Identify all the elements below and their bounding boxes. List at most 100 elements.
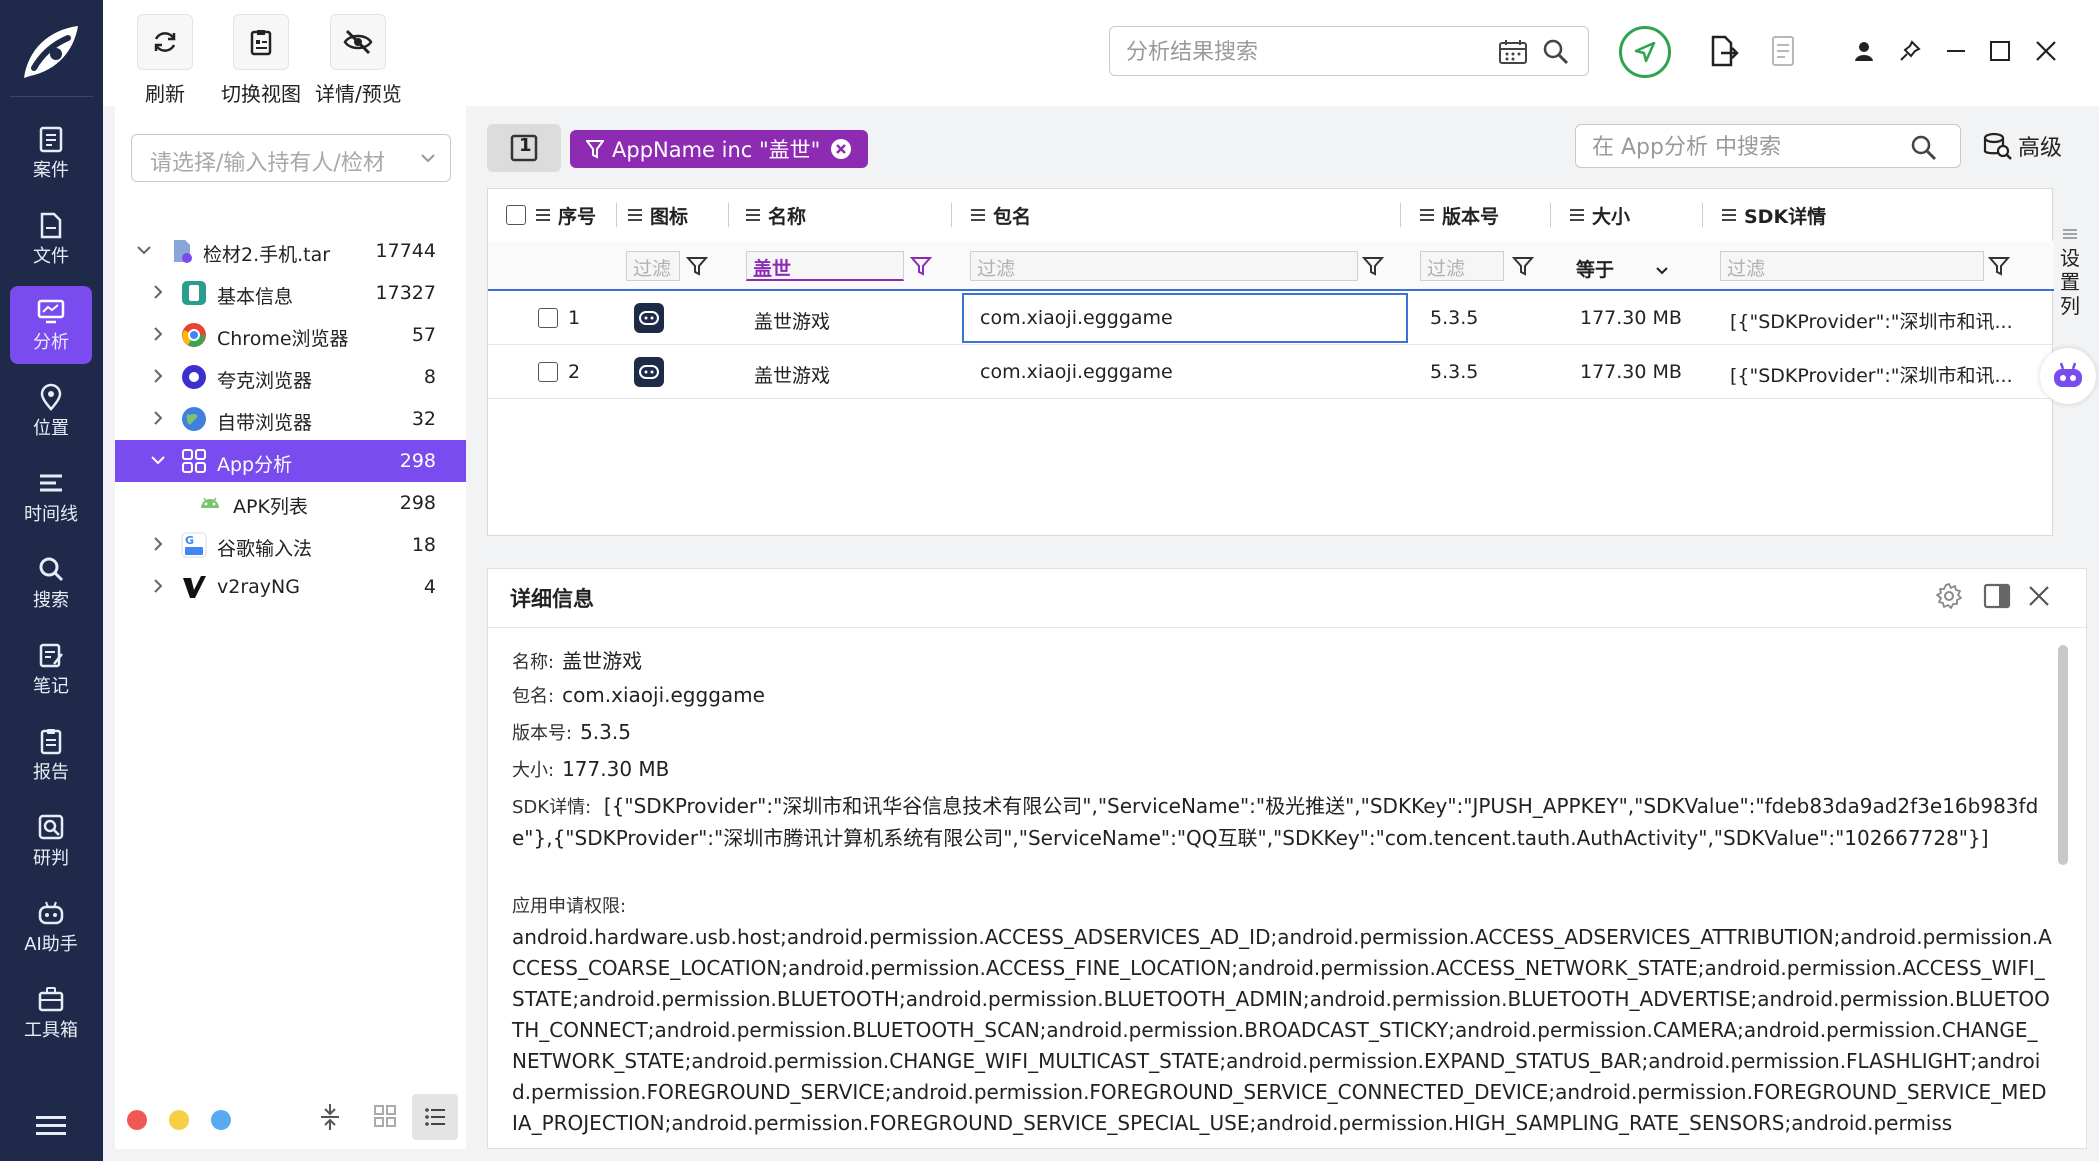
- refresh-button[interactable]: 刷新: [137, 14, 193, 107]
- column-header-icon[interactable]: 图标: [628, 189, 688, 241]
- collapse-all-icon[interactable]: [317, 1102, 343, 1132]
- chevron-right-icon[interactable]: [149, 325, 167, 343]
- nav-item-case[interactable]: 案件: [10, 114, 92, 192]
- column-header-sdk[interactable]: SDK详情: [1722, 189, 1826, 241]
- select-all-checkbox[interactable]: [506, 205, 526, 225]
- tree-item-builtin-browser[interactable]: 自带浏览器 32: [115, 398, 466, 440]
- column-divider[interactable]: [1702, 203, 1703, 227]
- column-header-version[interactable]: 版本号: [1420, 189, 1499, 241]
- filter-icon[interactable]: [1362, 255, 1384, 277]
- detail-dock-button[interactable]: [1982, 581, 2012, 611]
- filter-input-package[interactable]: 过滤: [970, 251, 1358, 281]
- ai-assistant-fab[interactable]: [2040, 348, 2096, 404]
- nav-item-ai-assistant[interactable]: AI助手: [10, 888, 92, 966]
- column-menu-icon[interactable]: [746, 208, 760, 222]
- tree-item-google-ime[interactable]: G 谷歌输入法 18: [115, 524, 466, 566]
- tree-item-quark[interactable]: 夸克浏览器 8: [115, 356, 466, 398]
- grid-view-icon[interactable]: [373, 1104, 397, 1128]
- nav-item-location[interactable]: 位置: [10, 372, 92, 450]
- detail-preview-button[interactable]: 详情/预览: [315, 14, 402, 107]
- chevron-down-icon[interactable]: [149, 451, 167, 469]
- tree-item-chrome[interactable]: Chrome浏览器 57: [115, 314, 466, 356]
- blue-tag-dot[interactable]: [211, 1110, 231, 1130]
- list-view-button[interactable]: [412, 1094, 458, 1140]
- column-settings-tab[interactable]: 设置列: [2055, 188, 2085, 338]
- close-window-button[interactable]: [2029, 34, 2063, 68]
- red-tag-dot[interactable]: [127, 1110, 147, 1130]
- detail-settings-button[interactable]: [1934, 581, 1964, 611]
- nav-item-timeline[interactable]: 时间线: [10, 458, 92, 536]
- tree-item-evidence[interactable]: 检材2.手机.tar 17744: [115, 230, 466, 272]
- switch-view-button[interactable]: 切换视图: [221, 14, 301, 107]
- column-header-package[interactable]: 包名: [971, 189, 1031, 241]
- nav-item-file[interactable]: 文件: [10, 200, 92, 278]
- search-icon[interactable]: [1542, 38, 1570, 66]
- export-button[interactable]: [1707, 34, 1741, 68]
- column-header-size[interactable]: 大小: [1570, 189, 1630, 241]
- chevron-down-icon[interactable]: [135, 241, 153, 259]
- column-divider[interactable]: [728, 203, 729, 227]
- global-search-box[interactable]: [1109, 26, 1589, 76]
- column-menu-icon[interactable]: [628, 208, 642, 222]
- status-shield-button[interactable]: [1619, 26, 1671, 78]
- chevron-right-icon[interactable]: [149, 283, 167, 301]
- nav-item-search[interactable]: 搜索: [10, 544, 92, 622]
- filter-icon[interactable]: [1988, 255, 2010, 277]
- column-divider[interactable]: [1400, 203, 1401, 227]
- size-operator-select[interactable]: 等于: [1576, 255, 1669, 282]
- tree-item-apk-list[interactable]: APK列表 298: [115, 482, 466, 524]
- active-filter-chip[interactable]: AppName inc "盖世": [570, 130, 868, 168]
- row-checkbox[interactable]: [538, 308, 558, 328]
- column-header-name[interactable]: 名称: [746, 189, 806, 241]
- table-row[interactable]: 2 盖世游戏 com.xiaoji.egggame 5.3.5 177.30 M…: [488, 345, 2054, 399]
- column-divider[interactable]: [951, 203, 952, 227]
- table-row[interactable]: 1 盖世游戏 com.xiaoji.egggame 5.3.5 177.30 M…: [488, 291, 2054, 345]
- tree-item-app-analysis[interactable]: App分析 298: [115, 440, 466, 482]
- advanced-search-button[interactable]: 高级: [1982, 130, 2062, 162]
- remove-filter-icon[interactable]: [830, 138, 852, 160]
- tree-item-v2rayng[interactable]: v2rayNG 4: [115, 566, 466, 608]
- maximize-button[interactable]: [1983, 34, 2017, 68]
- minimize-button[interactable]: [1939, 34, 1973, 68]
- column-menu-icon[interactable]: [536, 208, 550, 222]
- search-icon[interactable]: [1910, 134, 1938, 162]
- app-analysis-search-input[interactable]: [1592, 132, 1892, 162]
- holder-select[interactable]: 请选择/输入持有人/检材: [131, 134, 451, 182]
- hamburger-menu-icon[interactable]: [36, 1114, 66, 1138]
- global-search-input[interactable]: [1126, 37, 1466, 67]
- column-menu-icon[interactable]: [1722, 208, 1736, 222]
- column-divider[interactable]: [616, 203, 617, 227]
- filter-active-icon[interactable]: [910, 255, 932, 277]
- nav-item-analysis[interactable]: 分析: [10, 286, 92, 364]
- filter-input-icon[interactable]: 过滤: [626, 251, 680, 281]
- filter-input-name[interactable]: 盖世: [746, 251, 904, 281]
- nav-item-report[interactable]: 报告: [10, 716, 92, 794]
- calendar-icon[interactable]: [1498, 39, 1528, 65]
- chevron-right-icon[interactable]: [149, 577, 167, 595]
- column-header-index[interactable]: 序号: [536, 189, 596, 241]
- filter-icon[interactable]: [1512, 255, 1534, 277]
- detail-close-button[interactable]: [2024, 581, 2054, 611]
- page-indicator-button[interactable]: 1: [487, 124, 561, 172]
- filter-input-sdk[interactable]: 过滤: [1720, 251, 1984, 281]
- chevron-right-icon[interactable]: [149, 367, 167, 385]
- column-menu-icon[interactable]: [971, 208, 985, 222]
- detail-scrollbar[interactable]: [2058, 645, 2068, 865]
- user-button[interactable]: [1847, 34, 1881, 68]
- filter-icon[interactable]: [686, 255, 708, 277]
- tree-item-basic-info[interactable]: 基本信息 17327: [115, 272, 466, 314]
- column-menu-icon[interactable]: [1570, 208, 1584, 222]
- chevron-right-icon[interactable]: [149, 535, 167, 553]
- pin-button[interactable]: [1893, 34, 1927, 68]
- nav-item-judge[interactable]: 研判: [10, 802, 92, 880]
- nav-item-toolbox[interactable]: 工具箱: [10, 974, 92, 1052]
- column-menu-icon[interactable]: [1420, 208, 1434, 222]
- report-disabled-button[interactable]: [1767, 34, 1801, 68]
- filter-input-version[interactable]: 过滤: [1420, 251, 1504, 281]
- row-checkbox[interactable]: [538, 362, 558, 382]
- chevron-right-icon[interactable]: [149, 409, 167, 427]
- yellow-tag-dot[interactable]: [169, 1110, 189, 1130]
- column-divider[interactable]: [1550, 203, 1551, 227]
- nav-item-note[interactable]: 笔记: [10, 630, 92, 708]
- app-analysis-search-box[interactable]: [1575, 124, 1961, 168]
